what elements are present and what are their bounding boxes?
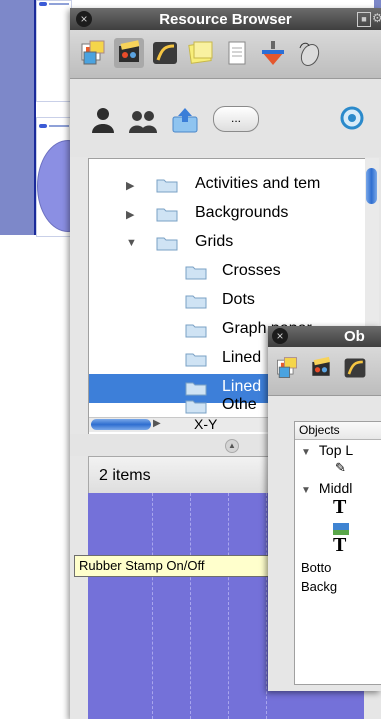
scroll-thumb[interactable] (366, 168, 377, 204)
column-header[interactable]: Objects (295, 422, 381, 440)
tree-item-dots[interactable]: Dots (89, 287, 365, 316)
tree-item-crosses[interactable]: Crosses (89, 258, 365, 287)
folder-icon (156, 237, 178, 251)
movie-icon[interactable] (114, 38, 144, 68)
expand-arrow-icon[interactable]: ▶ (126, 179, 134, 192)
title-bar[interactable]: × Ob (268, 326, 381, 347)
resource-toolbar (70, 30, 381, 79)
folder-icon (185, 353, 207, 367)
restore-icon[interactable]: ■ (357, 12, 371, 27)
object-group-background[interactable]: Backg (301, 579, 337, 594)
collapse-arrow-icon[interactable]: ▼ (301, 485, 311, 496)
search-icon[interactable] (340, 105, 370, 140)
notes-icon[interactable] (186, 38, 216, 68)
text-object-icon[interactable]: T (333, 534, 346, 557)
settings-icon[interactable]: ⚙ (372, 12, 381, 25)
folder-icon (185, 295, 207, 309)
flash-icon[interactable] (150, 38, 180, 68)
collapse-pane-button[interactable]: ▲ (225, 439, 239, 453)
item-count: 2 items (99, 467, 151, 484)
person-icon[interactable] (90, 107, 116, 138)
folder-icon (156, 179, 178, 193)
objects-list[interactable]: Objects ▼ Top L ✎ ▼ Middl T T Botto Backg (294, 421, 381, 685)
action-bar: ... (70, 79, 381, 157)
more-options-button[interactable]: ... (213, 106, 259, 132)
window-title: Resource Browser (159, 11, 292, 28)
window-title: Ob (344, 328, 365, 345)
objects-toolbar (268, 347, 381, 396)
folder-icon (185, 266, 207, 280)
movie-icon[interactable] (308, 355, 338, 385)
slide-thumbnail[interactable] (36, 0, 72, 102)
pen-icon[interactable]: ✎ (335, 460, 346, 476)
text-object-icon[interactable]: T (333, 496, 346, 519)
expand-arrow-icon[interactable]: ▶ (153, 418, 161, 429)
collapse-arrow-icon[interactable]: ▼ (126, 237, 137, 249)
collapse-arrow-icon[interactable]: ▼ (301, 447, 311, 458)
scroll-thumb[interactable] (91, 419, 151, 430)
objects-window: × Ob Objects ▼ Top L ✎ ▼ Middl T T Botto B… (268, 326, 381, 691)
folder-icon (185, 400, 207, 414)
title-bar[interactable]: × Resource Browser ■ ⚙ (70, 8, 381, 30)
group-icon[interactable] (128, 107, 158, 138)
object-group-bottom-layer[interactable]: Botto (301, 560, 331, 575)
spinning-top-icon[interactable] (258, 38, 288, 68)
flash-icon[interactable] (342, 355, 381, 385)
tree-item-backgrounds[interactable]: ▶ Backgrounds (89, 200, 365, 229)
tooltip: Rubber Stamp On/Off (74, 555, 273, 577)
mouse-icon[interactable] (294, 38, 324, 68)
close-icon[interactable]: × (272, 328, 288, 344)
gallery-icon[interactable] (274, 355, 304, 385)
document-icon[interactable] (222, 38, 252, 68)
object-group-top-layer[interactable]: ▼ Top L (301, 442, 353, 458)
gallery-icon[interactable] (78, 38, 108, 68)
object-group-middle-layer[interactable]: ▼ Middl (301, 480, 352, 496)
folder-icon (185, 324, 207, 338)
folder-icon (185, 382, 207, 396)
tree-item-grids[interactable]: ▼ Grids (89, 229, 365, 258)
tree-item-activities[interactable]: ▶ Activities and tem (89, 171, 365, 200)
folder-icon (156, 208, 178, 222)
upload-folder-icon[interactable] (170, 105, 200, 140)
expand-arrow-icon[interactable]: ▶ (126, 208, 134, 221)
